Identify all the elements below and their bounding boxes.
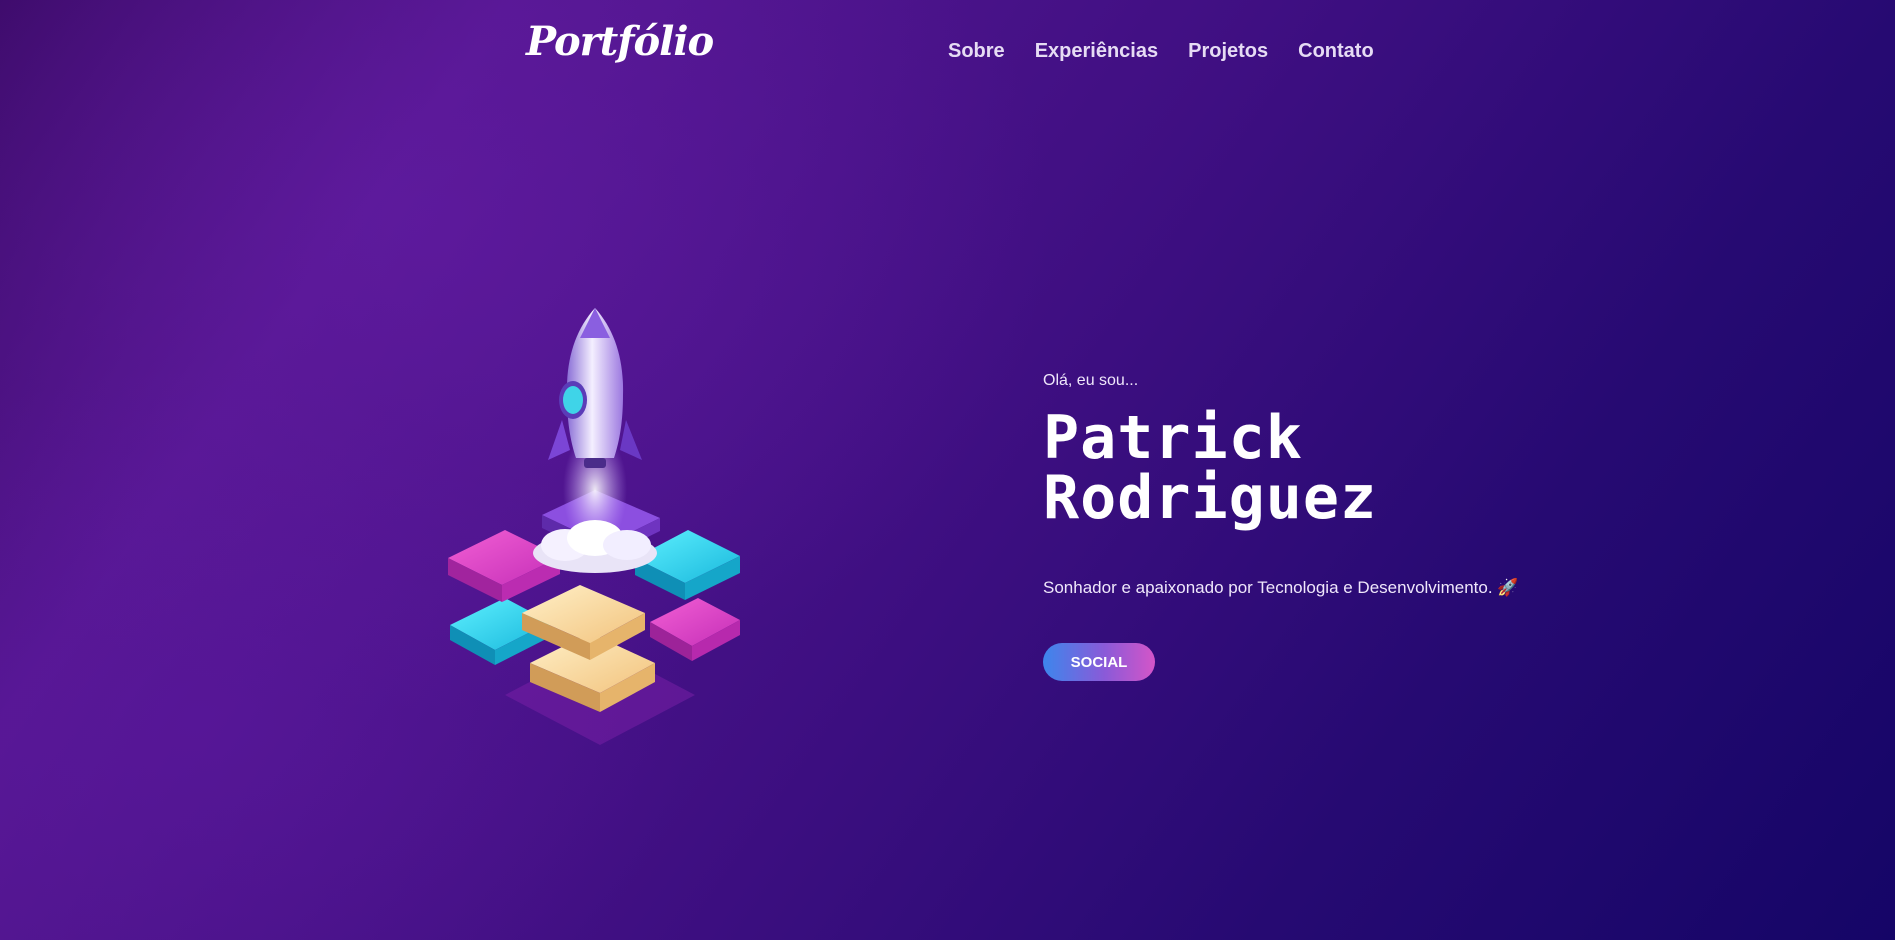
logo[interactable]: Portfólio: [526, 18, 714, 65]
hero-name: Patrick Rodriguez: [1043, 408, 1743, 528]
nav-link-contato[interactable]: Contato: [1298, 40, 1374, 63]
rocket-puzzle-svg: [448, 308, 740, 745]
puzzle-tier-middle: [522, 585, 645, 660]
hero-name-last: Rodriguez: [1043, 463, 1378, 533]
social-button[interactable]: SOCIAL: [1043, 643, 1155, 681]
nav-link-experiencias[interactable]: Experiências: [1035, 40, 1158, 63]
hero-text: Olá, eu sou... Patrick Rodriguez Sonhado…: [1043, 372, 1743, 681]
hero-tagline: Sonhador e apaixonado por Tecnologia e D…: [1043, 578, 1519, 597]
nav-menu: Sobre Experiências Projetos Contato: [948, 40, 1374, 63]
rocket-launch-illustration: [430, 300, 770, 780]
hero-name-first: Patrick: [1043, 403, 1303, 473]
hero-greeting: Olá, eu sou...: [1043, 372, 1139, 389]
rocket-icon: [548, 308, 642, 468]
nav-link-projetos[interactable]: Projetos: [1188, 40, 1268, 63]
nav-link-sobre[interactable]: Sobre: [948, 40, 1005, 63]
top-nav: Portfólio Sobre Experiências Projetos Co…: [0, 0, 1895, 100]
